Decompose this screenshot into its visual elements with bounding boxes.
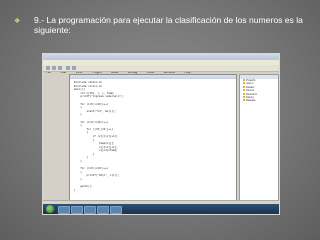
project-panel: Project1 main.c Header Source Resource D…: [239, 74, 279, 202]
code-text[interactable]: #include <stdio.h> #include <conio.h> ma…: [74, 81, 230, 199]
folder-icon: [243, 92, 245, 95]
code-editor[interactable]: #include <stdio.h> #include <conio.h> ma…: [69, 74, 237, 202]
new-file-icon[interactable]: [46, 66, 50, 70]
ide-screenshot: File Edit View Project Build Debug Tools…: [42, 53, 280, 215]
slide-caption: 9.- La programación para ejecutar la cla…: [34, 15, 303, 35]
folder-icon: [243, 82, 245, 85]
code-line: }: [74, 188, 76, 192]
folder-icon: [243, 96, 245, 99]
ide-window: File Edit View Project Build Debug Tools…: [43, 54, 279, 205]
tree-item[interactable]: Release: [240, 99, 278, 102]
editor-titlebar: [70, 75, 236, 79]
bullet-icon: ❖: [14, 18, 21, 25]
folder-icon: [243, 79, 245, 81]
run-icon[interactable]: [72, 66, 76, 70]
taskbar: [43, 204, 279, 214]
taskbar-app-icon[interactable]: [97, 206, 109, 214]
taskbar-app-icon[interactable]: [84, 206, 96, 214]
taskbar-app-icon[interactable]: [71, 206, 83, 214]
tree-item-label: Release: [246, 99, 256, 103]
compile-icon[interactable]: [66, 66, 70, 70]
open-file-icon[interactable]: [52, 66, 56, 70]
folder-icon: [243, 99, 245, 102]
taskbar-app-icon[interactable]: [110, 206, 122, 214]
taskbar-app-icon[interactable]: [58, 206, 70, 214]
start-button[interactable]: [46, 205, 54, 213]
save-icon[interactable]: [58, 66, 62, 70]
window-controls: [259, 55, 277, 68]
toolbar: [43, 65, 279, 72]
folder-icon: [243, 85, 245, 88]
folder-icon: [243, 89, 245, 92]
